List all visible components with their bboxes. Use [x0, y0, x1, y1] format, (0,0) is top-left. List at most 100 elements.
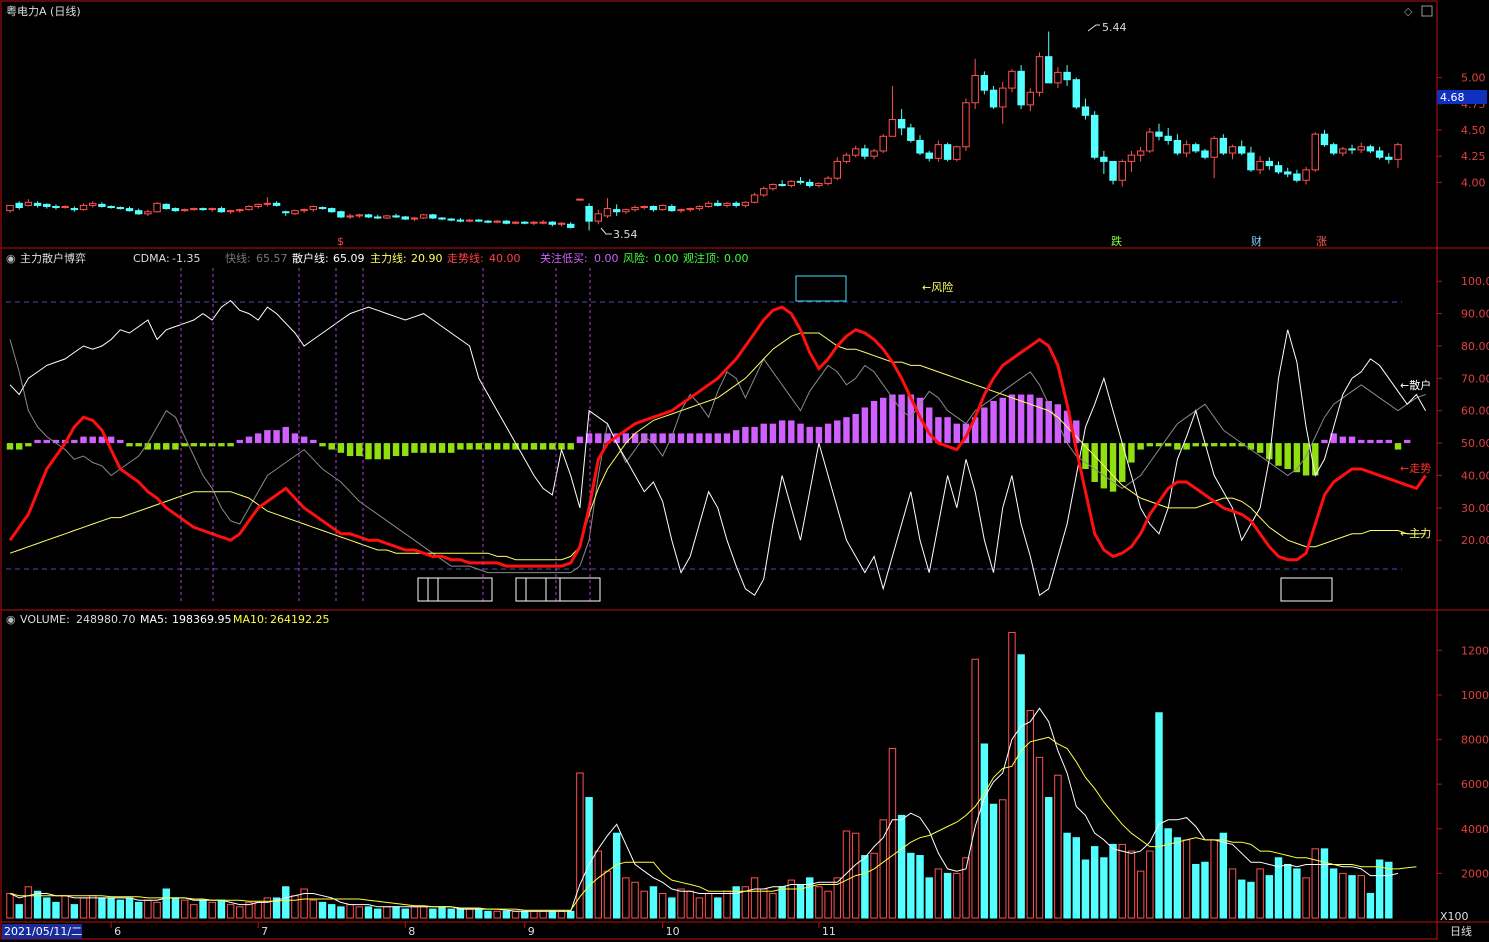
histogram-bar	[264, 430, 271, 444]
ma5-label: MA5:	[140, 613, 168, 626]
candle-body	[539, 221, 547, 224]
main-value: 20.90	[411, 252, 443, 265]
candle-body	[43, 203, 51, 207]
diamond-icon[interactable]: ◇	[1404, 5, 1413, 18]
histogram-bar	[227, 443, 234, 447]
candle-body	[723, 202, 731, 206]
histogram-bar	[1091, 443, 1098, 482]
volume-bar	[6, 892, 14, 919]
candle-body	[15, 202, 23, 209]
indicator-tick-label: 20.00	[1461, 534, 1489, 547]
volume-bar	[383, 906, 391, 919]
candle-body	[153, 202, 161, 213]
indicator-collapse-icon[interactable]: ◉	[6, 252, 16, 265]
candle-body	[870, 150, 878, 157]
candle-body	[355, 214, 364, 217]
volume-bar	[594, 850, 603, 919]
histogram-bar	[981, 407, 988, 444]
stock-chart[interactable]: 5.004.754.504.254.00100.090.0080.0070.00…	[0, 0, 1489, 942]
indicator-tick-label: 40.00	[1461, 469, 1489, 482]
volume-bar	[916, 855, 924, 919]
candle-body	[1311, 133, 1319, 171]
histogram-bar	[595, 433, 602, 444]
volume-bar	[750, 877, 759, 919]
maximize-icon[interactable]	[1421, 5, 1433, 17]
candle-body	[98, 203, 106, 207]
volume-bar	[79, 897, 88, 919]
histogram-bar	[521, 443, 528, 450]
histogram-bar	[310, 439, 317, 444]
candle-body	[410, 217, 419, 220]
histogram-bar	[374, 443, 381, 460]
histogram-bar	[448, 443, 455, 453]
volume-bar	[723, 890, 731, 919]
low-pointer	[600, 227, 612, 235]
histogram-bar	[503, 443, 510, 450]
candle-body	[1008, 70, 1016, 89]
risk-annotation: ←风险	[922, 280, 953, 294]
histogram-bar	[356, 443, 363, 457]
candle-body	[1109, 160, 1117, 181]
histogram-bar	[346, 443, 354, 457]
candle-body	[1201, 150, 1209, 158]
candle-body	[134, 210, 143, 215]
histogram-bar	[199, 443, 207, 447]
volume-bar	[475, 908, 483, 919]
volume-bar	[144, 899, 152, 919]
candle-body	[622, 209, 630, 213]
candle-body	[1136, 150, 1145, 156]
volume-bar	[465, 908, 474, 919]
candle-body	[962, 102, 970, 148]
volume-unit: X100	[1440, 910, 1469, 923]
candle-body	[999, 87, 1007, 108]
volume-bar	[199, 899, 207, 919]
histogram-bar	[117, 439, 124, 444]
volume-tick-label: 10000	[1461, 689, 1489, 702]
histogram-bar	[1256, 443, 1264, 453]
candle-body	[144, 211, 152, 215]
main-line	[9, 332, 1426, 561]
histogram-bar	[1358, 439, 1365, 444]
indicator-tick-label: 70.00	[1461, 372, 1489, 385]
volume-value: 248980.70	[76, 613, 136, 626]
candle-body	[1238, 146, 1246, 154]
histogram-bar	[236, 439, 244, 444]
volume-bar	[355, 906, 364, 919]
candle-body	[1265, 160, 1274, 167]
candle-body	[125, 208, 134, 212]
candle-body	[171, 208, 180, 212]
volume-bar	[89, 895, 97, 919]
month-label: 10	[666, 925, 680, 938]
candle-body	[438, 217, 446, 220]
volume-bar	[704, 892, 713, 919]
histogram-bar	[1174, 443, 1181, 450]
candle-body	[695, 205, 704, 210]
candle-body	[741, 201, 750, 206]
volume-bar	[1054, 774, 1062, 919]
histogram-bar	[999, 397, 1006, 444]
candle-body	[1366, 146, 1375, 152]
histogram-bar	[1229, 443, 1236, 447]
volume-bar	[1256, 868, 1264, 919]
histogram-bar	[1293, 443, 1301, 473]
volume-bar	[1192, 863, 1200, 919]
volume-bar	[1348, 875, 1356, 919]
volume-bar	[162, 888, 170, 919]
month-label: 11	[822, 925, 836, 938]
histogram-bar	[181, 443, 188, 447]
candle-body	[475, 219, 483, 222]
volume-tick-label: 2000	[1461, 867, 1489, 880]
candle-body	[686, 208, 694, 211]
volume-bar	[217, 899, 226, 919]
volume-collapse-icon[interactable]: ◉	[6, 613, 16, 626]
volume-bar	[971, 658, 979, 919]
volume-bar	[1164, 828, 1172, 919]
watch-label: 关注低买:	[540, 251, 588, 265]
period-label[interactable]: 日线	[1450, 924, 1472, 938]
histogram-bar	[1348, 436, 1356, 444]
histogram-bar	[705, 433, 712, 444]
candle-body	[217, 208, 226, 213]
candle-body	[337, 211, 345, 218]
price-title: 粤电力A (日线)	[6, 4, 81, 18]
volume-bar	[15, 904, 23, 919]
